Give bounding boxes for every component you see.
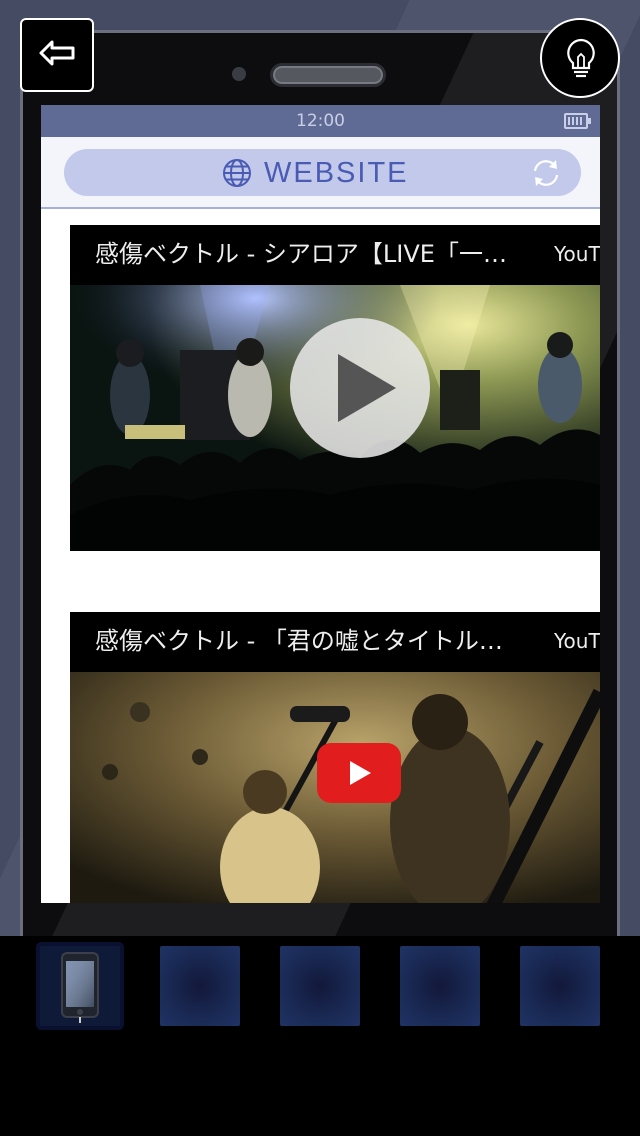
smartphone-icon — [61, 952, 99, 1023]
inventory-slot-2[interactable] — [160, 946, 240, 1026]
back-button[interactable] — [20, 18, 94, 92]
video-embed-1[interactable]: 感傷ベクトル - シアロア【LIVE「一… YouT — [70, 225, 600, 551]
inventory-slot-1[interactable] — [40, 946, 120, 1026]
earpiece-speaker — [270, 63, 386, 87]
battery-icon — [564, 113, 591, 129]
inventory-slot-3[interactable] — [280, 946, 360, 1026]
video-title-bar: 感傷ベクトル - 「君の嘘とタイトル… YouT — [70, 612, 600, 672]
status-time: 12:00 — [296, 111, 345, 131]
video-title[interactable]: 感傷ベクトル - シアロア【LIVE「一… — [95, 225, 535, 285]
video-title-bar: 感傷ベクトル - シアロア【LIVE「一… YouT — [70, 225, 600, 285]
lightbulb-icon — [567, 38, 595, 78]
video-embed-2[interactable]: 感傷ベクトル - 「君の嘘とタイトル… YouT — [70, 612, 600, 903]
inventory-slot-4[interactable] — [400, 946, 480, 1026]
play-circle-icon[interactable] — [290, 318, 430, 458]
url-bar[interactable]: WEBSITE — [64, 149, 581, 196]
url-text: WEBSITE — [264, 157, 409, 189]
reload-icon[interactable] — [529, 156, 563, 190]
hint-button[interactable] — [540, 18, 620, 98]
globe-icon — [223, 159, 251, 187]
video-source-label[interactable]: YouT — [554, 225, 600, 285]
video-source-label[interactable]: YouT — [554, 612, 600, 672]
video-title[interactable]: 感傷ベクトル - 「君の嘘とタイトル… — [95, 612, 535, 672]
browser-header: WEBSITE — [41, 137, 600, 209]
front-camera — [232, 67, 246, 81]
inventory-bar — [0, 936, 640, 1136]
inventory-slot-5[interactable] — [520, 946, 600, 1026]
youtube-play-icon[interactable] — [317, 743, 401, 803]
back-arrow-icon — [39, 40, 75, 66]
status-bar: 12:00 — [41, 105, 600, 137]
phone-screen: 12:00 WEBSITE 感傷ベクトル - シアロア【LIVE「一… YouT… — [41, 105, 600, 903]
